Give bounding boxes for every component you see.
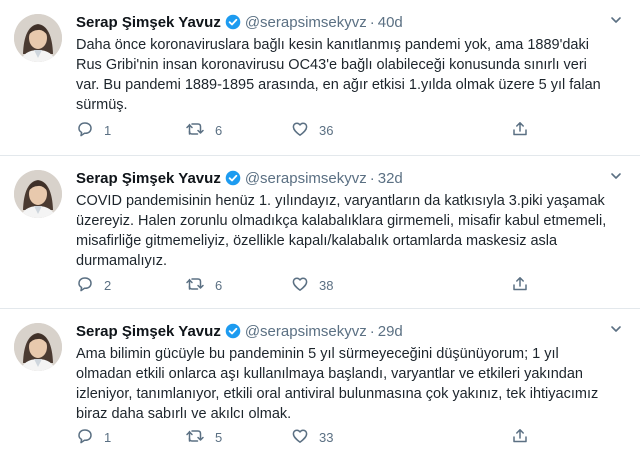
tweet-text-line: sürmüş. bbox=[76, 97, 128, 113]
retweet-icon bbox=[185, 427, 205, 448]
tweet-actions: 1 6 36 bbox=[76, 120, 536, 140]
tweet-text: Ama bilimin gücüyle bu pandeminin 5 yıl … bbox=[76, 344, 624, 424]
verified-badge-icon bbox=[225, 323, 241, 339]
retweet-button[interactable]: 6 bbox=[185, 120, 222, 140]
share-icon bbox=[511, 427, 529, 448]
verified-badge-icon bbox=[225, 170, 241, 186]
like-count: 33 bbox=[319, 429, 334, 445]
timestamp[interactable]: 29d bbox=[378, 323, 403, 340]
heart-icon bbox=[291, 120, 309, 141]
tweet-text-line: COVID pandemisinin henüz 1. yılındayız, … bbox=[76, 193, 605, 209]
share-button[interactable] bbox=[511, 275, 529, 295]
avatar[interactable] bbox=[14, 323, 62, 371]
tweet-header: Serap Şimşek Yavuz @serapsimsekyvz · 32d bbox=[76, 168, 600, 188]
share-button[interactable] bbox=[511, 120, 529, 140]
author-handle[interactable]: @serapsimsekyvz bbox=[245, 323, 367, 340]
tweet-actions: 1 5 33 bbox=[76, 427, 536, 447]
tweet-actions: 2 6 38 bbox=[76, 275, 536, 295]
reply-count: 1 bbox=[104, 122, 112, 138]
retweet-icon bbox=[185, 275, 205, 296]
reply-button[interactable]: 2 bbox=[76, 275, 111, 295]
reply-bubble-icon bbox=[76, 120, 94, 141]
share-button[interactable] bbox=[511, 427, 529, 447]
tweet-text-line: Rus Gribi'nin insan koronavirusu OC43'e … bbox=[76, 57, 587, 73]
tweet-header: Serap Şimşek Yavuz @serapsimsekyvz · 40d bbox=[76, 12, 600, 32]
author-name[interactable]: Serap Şimşek Yavuz bbox=[76, 170, 221, 187]
tweet-header: Serap Şimşek Yavuz @serapsimsekyvz · 29d bbox=[76, 321, 600, 341]
retweet-icon bbox=[185, 120, 205, 141]
timestamp[interactable]: 40d bbox=[378, 14, 403, 31]
retweet-count: 5 bbox=[215, 429, 223, 445]
tweet-text-line: biraz daha sabırlı ve akılcı olmak. bbox=[76, 406, 292, 422]
like-button[interactable]: 36 bbox=[291, 120, 333, 140]
retweet-button[interactable]: 5 bbox=[185, 427, 222, 447]
retweet-count: 6 bbox=[215, 277, 223, 293]
like-button[interactable]: 38 bbox=[291, 275, 333, 295]
separator-dot: · bbox=[369, 169, 375, 187]
like-count: 38 bbox=[319, 277, 334, 293]
tweet-text: Daha önce koronaviruslara bağlı kesin ka… bbox=[76, 35, 624, 115]
more-chevron-icon[interactable] bbox=[606, 166, 626, 186]
tweet-text-line: üzereyiz. Halen zorunlu olmadıkça kalaba… bbox=[76, 213, 607, 229]
share-icon bbox=[511, 120, 529, 141]
reply-button[interactable]: 1 bbox=[76, 427, 111, 447]
avatar[interactable] bbox=[14, 14, 62, 62]
tweet-text-line: misafirliğe gitmemeliyiz, özellikle kapa… bbox=[76, 233, 558, 249]
share-icon bbox=[511, 275, 529, 296]
more-chevron-icon[interactable] bbox=[606, 10, 626, 30]
avatar[interactable] bbox=[14, 170, 62, 218]
like-button[interactable]: 33 bbox=[291, 427, 333, 447]
heart-icon bbox=[291, 275, 309, 296]
tweet[interactable]: Serap Şimşek Yavuz @serapsimsekyvz · 40d… bbox=[0, 0, 640, 156]
heart-icon bbox=[291, 427, 309, 448]
tweet-text-line: var. Bu pandemi 1889-1895 arasında, en a… bbox=[76, 77, 601, 93]
author-handle[interactable]: @serapsimsekyvz bbox=[245, 170, 367, 187]
separator-dot: · bbox=[369, 13, 375, 31]
tweet[interactable]: Serap Şimşek Yavuz @serapsimsekyvz · 29d… bbox=[0, 309, 640, 461]
tweet[interactable]: Serap Şimşek Yavuz @serapsimsekyvz · 32d… bbox=[0, 156, 640, 309]
tweet-text-line: olmadan etkili onlarca aşı kullanılmaya … bbox=[76, 366, 583, 382]
tweet-text-line: Ama bilimin gücüyle bu pandeminin 5 yıl … bbox=[76, 346, 559, 362]
timestamp[interactable]: 32d bbox=[378, 170, 403, 187]
reply-bubble-icon bbox=[76, 427, 94, 448]
tweet-text-line: Daha önce koronaviruslara bağlı kesin ka… bbox=[76, 37, 589, 53]
tweet-text-line: durmamalıyız. bbox=[76, 253, 168, 269]
tweet-text: COVID pandemisinin henüz 1. yılındayız, … bbox=[76, 191, 624, 271]
reply-bubble-icon bbox=[76, 275, 94, 296]
author-name[interactable]: Serap Şimşek Yavuz bbox=[76, 14, 221, 31]
retweet-button[interactable]: 6 bbox=[185, 275, 222, 295]
verified-badge-icon bbox=[225, 14, 241, 30]
like-count: 36 bbox=[319, 122, 334, 138]
reply-count: 1 bbox=[104, 429, 112, 445]
more-chevron-icon[interactable] bbox=[606, 319, 626, 339]
reply-count: 2 bbox=[104, 277, 112, 293]
tweet-feed: Serap Şimşek Yavuz @serapsimsekyvz · 40d… bbox=[0, 0, 640, 461]
tweet-text-line: izleniyor, tanımlanıyor, etkili oral ant… bbox=[76, 386, 599, 402]
separator-dot: · bbox=[369, 322, 375, 340]
retweet-count: 6 bbox=[215, 122, 223, 138]
reply-button[interactable]: 1 bbox=[76, 120, 111, 140]
author-handle[interactable]: @serapsimsekyvz bbox=[245, 14, 367, 31]
author-name[interactable]: Serap Şimşek Yavuz bbox=[76, 323, 221, 340]
